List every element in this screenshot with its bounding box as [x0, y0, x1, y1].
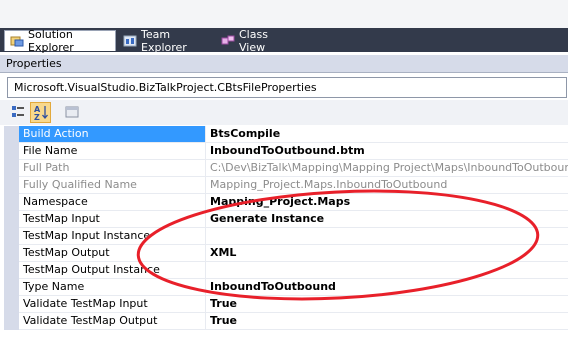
property-value[interactable]: InboundToOutbound	[206, 279, 568, 296]
property-name[interactable]: Fully Qualified Name	[19, 177, 206, 194]
property-value[interactable]: Mapping_Project.Maps	[206, 194, 568, 211]
property-row[interactable]: TestMap Input Instance	[4, 228, 568, 245]
tab-label: Team Explorer	[141, 27, 187, 54]
property-row[interactable]: File Name InboundToOutbound.btm	[4, 143, 568, 160]
property-row[interactable]: Validate TestMap Input True	[4, 296, 568, 313]
property-row[interactable]: Build Action BtsCompile	[4, 126, 568, 143]
property-row[interactable]: Type Name InboundToOutbound	[4, 279, 568, 296]
property-row[interactable]: TestMap Output Instance	[4, 262, 568, 279]
property-name[interactable]: Build Action	[19, 126, 206, 143]
row-margin	[4, 126, 19, 143]
property-value[interactable]: InboundToOutbound.btm	[206, 143, 568, 160]
property-row[interactable]: TestMap Output XML	[4, 245, 568, 262]
tab-team-explorer[interactable]: Team Explorer	[118, 27, 218, 54]
property-name[interactable]: TestMap Output Instance	[19, 262, 206, 279]
properties-title: Properties	[0, 54, 568, 73]
properties-toolbar: AZ	[0, 100, 568, 125]
property-value[interactable]: XML	[206, 245, 568, 262]
property-value[interactable]: True	[206, 313, 568, 330]
tab-label: Class View	[239, 27, 268, 54]
window-top-strip	[0, 0, 568, 29]
property-name[interactable]: Namespace	[19, 194, 206, 211]
alphabetical-button[interactable]: AZ	[30, 102, 51, 123]
property-row[interactable]: Full Path C:\Dev\BizTalk\Mapping\Mapping …	[4, 160, 568, 177]
property-value[interactable]: BtsCompile	[206, 126, 568, 143]
row-margin	[4, 211, 19, 228]
row-margin	[4, 160, 19, 177]
property-value[interactable]	[206, 228, 568, 245]
row-margin	[4, 279, 19, 296]
property-name[interactable]: File Name	[19, 143, 206, 160]
property-name[interactable]: Validate TestMap Output	[19, 313, 206, 330]
property-pages-icon	[65, 106, 79, 121]
categorized-button[interactable]	[8, 102, 29, 123]
property-value: Mapping_Project.Maps.InboundToOutbound	[206, 177, 568, 194]
property-name[interactable]: TestMap Output	[19, 245, 206, 262]
row-margin	[4, 177, 19, 194]
property-row[interactable]: Fully Qualified Name Mapping_Project.Maps…	[4, 177, 568, 194]
property-value[interactable]: Generate Instance	[206, 211, 568, 228]
property-value[interactable]	[206, 262, 568, 279]
property-pages-button[interactable]	[62, 102, 83, 123]
property-row[interactable]: Namespace Mapping_Project.Maps	[4, 194, 568, 211]
categorized-icon	[11, 105, 25, 122]
row-margin	[4, 296, 19, 313]
tab-class-view[interactable]: Class View	[216, 27, 300, 54]
class-view-icon	[221, 35, 235, 47]
property-name[interactable]: TestMap Input	[19, 211, 206, 228]
row-margin	[4, 194, 19, 211]
alphabetical-icon: AZ	[33, 104, 49, 124]
svg-text:Z: Z	[34, 113, 40, 121]
property-value[interactable]: True	[206, 296, 568, 313]
row-margin	[4, 245, 19, 262]
property-name[interactable]: Type Name	[19, 279, 206, 296]
property-name[interactable]: Full Path	[19, 160, 206, 177]
team-explorer-icon	[123, 35, 137, 47]
object-selector-dropdown[interactable]: Microsoft.VisualStudio.BizTalkProject.CB…	[7, 77, 567, 98]
property-row[interactable]: Validate TestMap Output True	[4, 313, 568, 330]
tab-label: Solution Explorer	[28, 28, 74, 54]
solution-explorer-icon	[10, 35, 24, 47]
row-margin	[4, 228, 19, 245]
tool-window-tab-bar: Solution Explorer Team Explorer Class Vi…	[0, 27, 568, 54]
property-name[interactable]: TestMap Input Instance	[19, 228, 206, 245]
property-name[interactable]: Validate TestMap Input	[19, 296, 206, 313]
row-margin	[4, 313, 19, 330]
property-value: C:\Dev\BizTalk\Mapping\Mapping Project\M…	[206, 160, 568, 177]
tab-solution-explorer[interactable]: Solution Explorer	[4, 28, 116, 54]
row-margin	[4, 143, 19, 160]
property-grid: Build Action BtsCompile File Name InboundTo…	[4, 126, 568, 349]
property-row[interactable]: TestMap Input Generate Instance	[4, 211, 568, 228]
row-margin	[4, 262, 19, 279]
